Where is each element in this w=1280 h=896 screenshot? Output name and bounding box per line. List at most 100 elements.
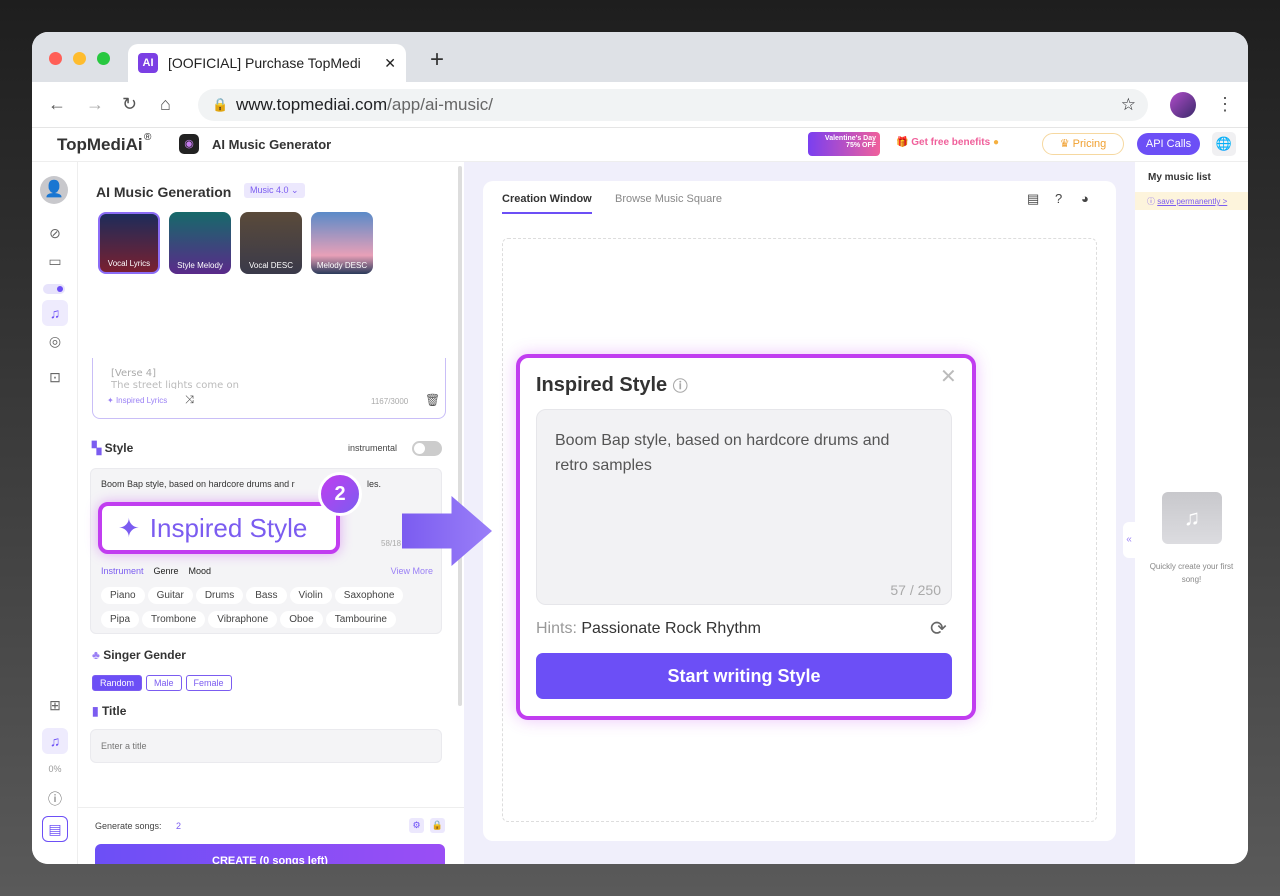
lock-icon[interactable]: 🔒 <box>430 818 445 833</box>
chip[interactable]: Bass <box>246 587 287 604</box>
task-list-icon[interactable]: ▤ <box>1027 191 1039 207</box>
gender-male[interactable]: Male <box>146 675 182 691</box>
back-icon[interactable]: ← <box>48 94 66 115</box>
refresh-icon[interactable]: ⟳ <box>930 616 947 641</box>
explore-icon[interactable]: ⊘ <box>42 220 68 246</box>
browser-tab[interactable]: AI [OOFICIAL] Purchase TopMedi ✕ <box>128 44 406 82</box>
free-benefits-link[interactable]: 🎁 Get free benefits ● <box>896 137 999 148</box>
close-window-button[interactable] <box>49 52 62 65</box>
logo[interactable]: TopMediAi <box>57 135 143 155</box>
tab-creation-window[interactable]: Creation Window <box>502 193 592 214</box>
music-note-icon[interactable]: ♫ <box>42 300 68 326</box>
lock-icon: 🔒 <box>212 97 229 112</box>
save-banner[interactable]: ⓘ save permanently > <box>1135 192 1248 210</box>
chip[interactable]: Piano <box>101 587 145 604</box>
minimize-window-button[interactable] <box>73 52 86 65</box>
callout-label: Inspired Style <box>149 512 308 543</box>
lyrics-line: The street lights come on <box>111 380 239 389</box>
hints-row: Hints: Passionate Rock Rhythm <box>536 620 761 638</box>
chip[interactable]: Saxophone <box>334 587 404 604</box>
inspired-lyrics-label: Inspired Lyrics <box>115 396 168 405</box>
menu-icon[interactable]: ⋮ <box>1216 94 1234 115</box>
style-text-end: les. <box>367 479 382 489</box>
address-bar: ← → ↻ ⌂ 🔒 www.topmediai.com/app/ai-music… <box>32 82 1248 128</box>
bookmark-star-icon[interactable]: ☆ <box>1121 95 1136 115</box>
reload-icon[interactable]: ↻ <box>122 94 137 115</box>
view-more-link[interactable]: View More <box>391 566 433 576</box>
promo-line2: 75% OFF <box>846 142 876 149</box>
forward-icon[interactable]: → <box>86 94 104 115</box>
shuffle-icon[interactable]: ⤨ <box>185 394 194 407</box>
mode-vocal-lyrics[interactable]: Vocal Lyrics <box>98 212 160 274</box>
info-icon: ⓘ <box>1147 197 1158 206</box>
inspired-lyrics-button[interactable]: ✦ Inspired Lyrics <box>107 396 167 405</box>
music-task-icon[interactable]: ♫ <box>42 728 68 754</box>
close-tab-icon[interactable]: ✕ <box>384 55 396 72</box>
sparkle-icon: ✦ <box>118 512 140 543</box>
chip[interactable]: Oboe <box>280 611 323 628</box>
profile-avatar[interactable] <box>1170 92 1196 118</box>
settings-gear-icon[interactable]: ⚙ <box>409 818 424 833</box>
style-count: 58/18 <box>381 539 402 548</box>
create-button[interactable]: CREATE (0 songs left) <box>95 844 445 864</box>
style-textarea[interactable]: Boom Bap style, based on hardcore drums … <box>536 409 952 605</box>
maximize-window-button[interactable] <box>97 52 110 65</box>
music-list-panel: My music list ⓘ save permanently > ♫ Qui… <box>1135 162 1248 864</box>
gender-random[interactable]: Random <box>92 675 143 691</box>
info-icon[interactable]: ⓘ <box>42 786 68 812</box>
collapse-panel-icon[interactable]: « <box>1123 522 1135 558</box>
trash-icon[interactable]: 🗑 <box>425 393 440 407</box>
close-dialog-icon[interactable]: ✕ <box>940 364 957 389</box>
chip[interactable]: Trombone <box>142 611 206 628</box>
disc-icon[interactable]: ◎ <box>42 328 68 354</box>
title-input[interactable] <box>90 729 442 763</box>
home-icon[interactable]: ⌂ <box>160 94 171 115</box>
card-icon[interactable]: ▤ <box>42 816 68 842</box>
tab-browse-music-square[interactable]: Browse Music Square <box>615 193 722 205</box>
style-heading: ▚ Style <box>92 441 133 455</box>
style-text: Boom Bap style, based on hardcore drums … <box>101 479 295 489</box>
language-globe-icon[interactable]: 🌐 <box>1212 132 1236 156</box>
mode-style-melody[interactable]: Style Melody <box>169 212 231 274</box>
chip[interactable]: Violin <box>289 587 332 604</box>
browser-window: AI [OOFICIAL] Purchase TopMedi ✕ + ← → ↻… <box>32 32 1248 864</box>
user-avatar[interactable]: 👤 <box>40 176 68 204</box>
favicon-icon: AI <box>138 53 158 73</box>
url-input[interactable]: 🔒 www.topmediai.com/app/ai-music/ ☆ <box>198 89 1148 121</box>
apps-grid-icon[interactable]: ⊞ <box>42 692 68 718</box>
music-list-title: My music list <box>1148 172 1211 183</box>
discord-icon[interactable]: ◕ <box>1081 191 1089 206</box>
scrollbar[interactable] <box>458 166 462 706</box>
instrumental-toggle[interactable] <box>412 441 442 456</box>
model-select[interactable]: Music 4.0 ⌄ <box>244 183 305 198</box>
chip[interactable]: Vibraphone <box>208 611 278 628</box>
chip[interactable]: Tambourine <box>325 611 396 628</box>
tab-mood[interactable]: Mood <box>189 566 212 576</box>
chip[interactable]: Guitar <box>147 587 193 604</box>
title-heading: ▮ Title <box>92 704 126 718</box>
mode-vocal-desc[interactable]: Vocal DESC <box>240 212 302 274</box>
app-name: AI Music Generator <box>212 137 332 152</box>
mode-melody-desc[interactable]: Melody DESC <box>311 212 373 274</box>
chip[interactable]: Pipa <box>101 611 140 628</box>
title-label: Title <box>101 704 127 718</box>
api-calls-button[interactable]: API Calls <box>1137 133 1200 155</box>
music-app-icon: ◉ <box>179 134 199 154</box>
tab-genre[interactable]: Genre <box>154 566 179 576</box>
promo-banner[interactable]: Valentine's Day 75% OFF <box>808 132 880 156</box>
tab-instrument[interactable]: Instrument <box>101 566 144 576</box>
lyrics-input[interactable]: [Verse 4] The street lights come on ✦ In… <box>92 358 446 419</box>
rail-toggle[interactable] <box>43 284 65 294</box>
inspired-style-callout[interactable]: ✦ Inspired Style <box>98 502 340 554</box>
new-tab-button[interactable]: + <box>430 46 444 74</box>
start-writing-button[interactable]: Start writing Style <box>536 653 952 699</box>
help-icon[interactable]: ? <box>1055 191 1062 206</box>
chip[interactable]: Drums <box>195 587 244 604</box>
toolbox-icon[interactable]: ⊡ <box>42 364 68 390</box>
hint-text[interactable]: Passionate Rock Rhythm <box>581 620 761 637</box>
gender-female[interactable]: Female <box>185 675 232 691</box>
generate-count[interactable]: 2 <box>176 821 181 831</box>
mode-label: Vocal Lyrics <box>107 259 151 268</box>
folder-icon[interactable]: ▭ <box>42 248 68 274</box>
pricing-button[interactable]: ♛ Pricing <box>1042 133 1124 155</box>
